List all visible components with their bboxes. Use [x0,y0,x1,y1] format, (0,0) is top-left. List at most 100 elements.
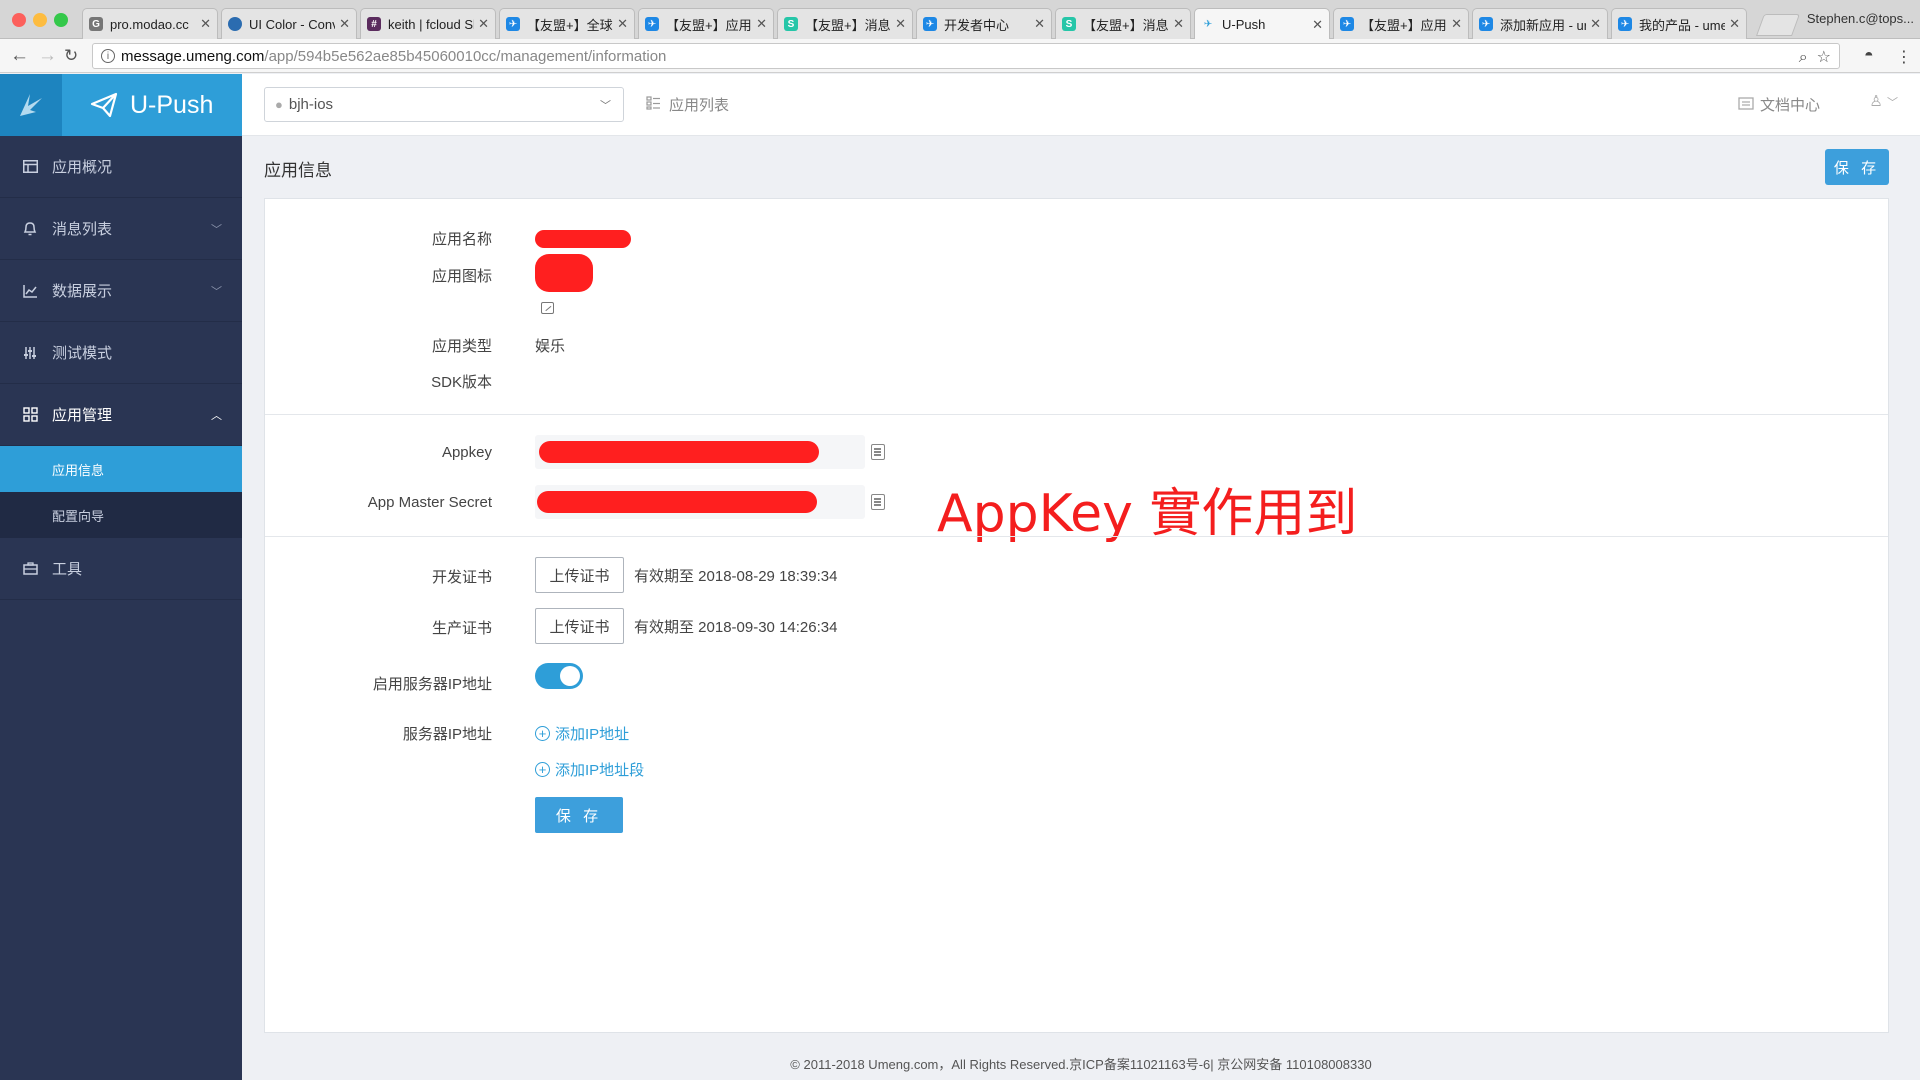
apple-icon: ● [275,97,283,112]
save-button[interactable]: 保 存 [535,797,623,833]
close-tab-icon[interactable]: ✕ [200,16,211,32]
redacted-app-name [535,230,631,248]
overview-icon [22,159,38,175]
server-ip-toggle[interactable] [535,663,583,689]
copy-icon[interactable] [871,494,885,510]
browser-tab[interactable]: ✈ 【友盟+】应用 ✕ [1333,8,1469,39]
copy-icon[interactable] [871,444,885,460]
slack-icon: # [367,17,381,31]
add-ip-range-link[interactable]: + 添加IP地址段 [535,759,644,780]
edit-icon[interactable] [541,302,554,314]
close-tab-icon[interactable]: ✕ [895,16,906,32]
close-tab-icon[interactable]: ✕ [1451,16,1462,32]
umeng-teal-icon: S [784,17,798,31]
app-type-label: 应用类型 [431,338,492,355]
toolbox-icon [22,561,38,577]
ui-color-icon [228,17,242,31]
dev-cert-expiry: 有效期至 2018-08-29 18:39:34 [634,568,838,585]
sidebar-item-app-management[interactable]: 应用管理 ︿ [0,384,242,446]
new-tab-button[interactable] [1755,14,1801,36]
upload-dev-cert-button[interactable]: 上传证书 [535,557,624,593]
dev-cert-label: 开发证书 [431,569,492,586]
window-close-button[interactable] [12,13,26,27]
extension-glasses-icon[interactable]: ◓ [1864,47,1874,65]
globe-icon: G [89,17,103,31]
app-select-dropdown[interactable]: ● bjh-ios ﹀ [264,87,624,122]
sidebar-item-test-mode[interactable]: 测试模式 [0,322,242,384]
close-tab-icon[interactable]: ✕ [1173,16,1184,32]
save-button-top[interactable]: 保 存 [1825,149,1889,185]
browser-tab[interactable]: ✈ 添加新应用 - ur ✕ [1472,8,1608,39]
redacted-appkey [539,441,819,463]
sidebar: U-Push 应用概况 消息列表 ﹀ 数据展示 ﹀ 测试模式 应用管理 ︿ 应用… [0,74,242,1080]
browser-tab[interactable]: ✈ 我的产品 - ume ✕ [1611,8,1747,39]
sidebar-item-messages[interactable]: 消息列表 ﹀ [0,198,242,260]
bell-icon [22,221,38,237]
browser-tab[interactable]: # keith | fcloud Sl ✕ [360,8,496,39]
bookmark-star-icon[interactable]: ☆ [1817,49,1831,66]
close-tab-icon[interactable]: ✕ [478,16,489,32]
browser-tab[interactable]: S 【友盟+】消息 ✕ [777,8,913,39]
forward-arrow-icon[interactable]: → [38,45,57,67]
grid-icon [22,407,38,423]
chevron-down-icon: ﹀ [211,285,222,298]
browser-tab[interactable]: S 【友盟+】消息 ✕ [1055,8,1191,39]
browser-tab[interactable]: ✈ 【友盟+】全球 ✕ [499,8,635,39]
redacted-app-icon [535,254,593,292]
app-list-link[interactable]: 应用列表 [646,94,729,115]
sidebar-subitem-config-guide[interactable]: 配置向导 [0,492,242,538]
browser-tab[interactable]: ✈ 【友盟+】应用 ✕ [638,8,774,39]
browser-tab[interactable]: UI Color - Conv ✕ [221,8,357,39]
browser-menu-icon[interactable]: ⋮ [1896,47,1912,67]
back-arrow-icon[interactable]: ← [10,45,29,67]
sidebar-item-tools[interactable]: 工具 [0,538,242,600]
sliders-icon [22,345,38,361]
browser-profile[interactable]: Stephen.c@tops... [1807,11,1914,26]
app-icon-label: 应用图标 [431,268,492,285]
chevron-down-icon: ﹀ [600,100,611,112]
close-tab-icon[interactable]: ✕ [617,16,628,32]
umeng-icon: ✈ [1479,17,1493,31]
browser-tab-active[interactable]: ✈ U-Push ✕ [1194,8,1330,40]
reload-icon[interactable]: ↻ [64,46,78,66]
prod-cert-label: 生产证书 [431,620,492,637]
browser-tab[interactable]: ✈ 开发者中心 ✕ [916,8,1052,39]
browser-tab[interactable]: Gpro.modao.cc ✕ [82,8,218,39]
brand-name: U-Push [130,90,214,119]
window-zoom-button[interactable] [54,13,68,27]
close-tab-icon[interactable]: ✕ [1729,16,1740,32]
server-ip-label: 服务器IP地址 [402,726,492,743]
brand-header[interactable]: U-Push [0,74,242,136]
appkey-field[interactable] [535,435,865,469]
main-content: 应用信息 保 存 应用名称 应用图标 应用类型 娱乐 SDK版本 Appkey … [242,136,1920,1080]
zoom-icon[interactable]: ⌕ [1799,49,1808,66]
sidebar-item-data[interactable]: 数据展示 ﹀ [0,260,242,322]
browser-tab-bar: Gpro.modao.cc ✕ UI Color - Conv ✕ # keith |… [0,0,1920,40]
user-menu[interactable]: ♙ ﹀ [1869,92,1898,110]
add-ip-link[interactable]: + 添加IP地址 [535,723,629,744]
list-icon [646,95,661,114]
close-tab-icon[interactable]: ✕ [1590,16,1601,32]
site-info-icon[interactable]: i [101,49,115,63]
section-divider [265,414,1888,415]
app-type-value: 娱乐 [535,338,566,355]
umeng-icon: ✈ [645,17,659,31]
window-minimize-button[interactable] [33,13,47,27]
address-bar: ← → ↻ i message.umeng.com/app/594b5e562a… [0,39,1920,73]
url-input[interactable]: i message.umeng.com/app/594b5e562ae85b45… [92,43,1840,69]
close-tab-icon[interactable]: ✕ [756,16,767,32]
sidebar-item-overview[interactable]: 应用概况 [0,136,242,198]
sidebar-subitem-app-info[interactable]: 应用信息 [0,446,242,492]
plus-circle-icon: + [535,726,550,741]
appkey-label: Appkey [441,444,492,461]
top-bar: ● bjh-ios ﹀ 应用列表 文档中心 ♙ ﹀ [242,74,1920,136]
umeng-teal-icon: S [1062,17,1076,31]
close-tab-icon[interactable]: ✕ [1312,17,1323,33]
close-tab-icon[interactable]: ✕ [1034,16,1045,32]
docs-center-link[interactable]: 文档中心 [1738,94,1820,115]
document-icon [1738,96,1754,114]
upload-prod-cert-button[interactable]: 上传证书 [535,608,624,644]
close-tab-icon[interactable]: ✕ [339,16,350,32]
app-master-secret-field[interactable] [535,485,865,519]
page-title: 应用信息 [264,161,332,180]
